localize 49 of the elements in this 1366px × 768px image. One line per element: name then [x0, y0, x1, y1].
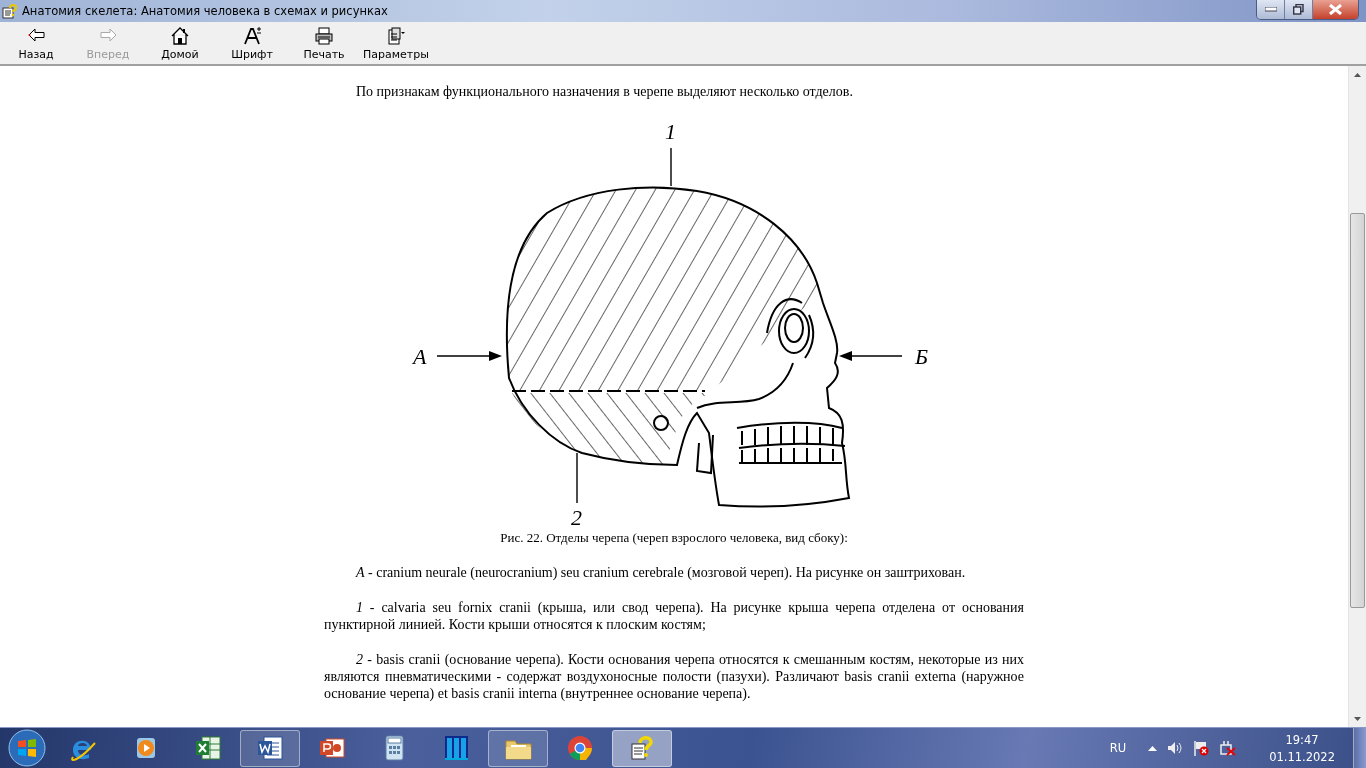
vertical-scrollbar[interactable]: [1348, 66, 1366, 727]
options-button[interactable]: Параметры: [360, 22, 432, 64]
help-file-icon: [2, 3, 18, 19]
restore-button[interactable]: [1285, 0, 1313, 19]
minimize-icon: [1264, 7, 1277, 12]
font-button[interactable]: Шрифт: [216, 22, 288, 64]
window-title: Анатомия скелета: Анатомия человека в схемах и рисунках: [22, 4, 388, 18]
word-document-icon: [255, 733, 285, 763]
leader-line: [576, 452, 578, 504]
network-icon[interactable]: [1219, 740, 1238, 756]
caret-up-icon: [1354, 72, 1361, 77]
printer-icon: [314, 25, 334, 46]
language-indicator[interactable]: RU: [1109, 741, 1127, 755]
leader-line: [670, 147, 672, 187]
side-label: А: [413, 344, 427, 369]
left-arrow: [436, 351, 502, 361]
house-icon: [170, 25, 190, 46]
roof-label: 1: [665, 119, 676, 144]
front-label: Б: [915, 344, 928, 369]
tricolor-circle-icon: [565, 733, 595, 763]
body-paragraph: 2 - basis cranii (основание черепа). Кости основания черепа относятся к смешанным костям, некоторые из них являются пневматическими - содержат воздухоносные полости (пазухи). Различают basis cranii externa (наружное основание черепа) et basis cranii interna (внутреннее основание черепа).: [324, 651, 1024, 702]
close-icon: [1329, 4, 1342, 15]
body-paragraph: 1 - calvaria seu fornix cranii (крыша, или свод черепа). На рисунке крыша черепа отделена от основания пунктирной линией. Кости крыши относятся к плоским костям;: [324, 599, 1024, 633]
minimize-button[interactable]: [1257, 0, 1285, 19]
clock-date[interactable]: 01.11.2022: [1269, 749, 1335, 764]
start-button[interactable]: [5, 730, 49, 766]
back-button[interactable]: Назад: [0, 22, 72, 64]
taskbar-button[interactable]: [240, 729, 300, 767]
scrollbar-thumb[interactable]: [1350, 213, 1365, 608]
caret-up-icon[interactable]: [1148, 745, 1158, 751]
taskbar-button[interactable]: [612, 729, 672, 767]
figure-caption: Рис. 22. Отделы черепа (череп взрослого человека, вид сбоку):: [499, 529, 849, 546]
letter-a-icon: [242, 25, 262, 46]
windows-logo-icon: [8, 729, 46, 767]
close-button[interactable]: [1313, 0, 1358, 19]
intro-paragraph: По признакам функционального назначения в черепе выделяют несколько отделов.: [355, 83, 854, 100]
base-label: 2: [571, 505, 582, 528]
restore-icon: [1293, 4, 1304, 15]
speaker-icon[interactable]: [1167, 741, 1184, 755]
right-arrow: [839, 351, 903, 361]
home-button[interactable]: Домой: [144, 22, 216, 64]
print-button[interactable]: Печать: [288, 22, 360, 64]
caret-down-icon: [1354, 716, 1361, 721]
flag-icon[interactable]: [1193, 740, 1210, 756]
clock-time[interactable]: 19:47: [1285, 732, 1319, 747]
document-options-icon: [386, 25, 406, 46]
taskbar-button[interactable]: [488, 729, 548, 767]
body-paragraph: А - cranium neurale (neurocranium) seu cranium cerebrale (мозговой череп). На рисунке он заштрихован.: [354, 564, 967, 581]
spreadsheet-icon: [193, 733, 223, 763]
